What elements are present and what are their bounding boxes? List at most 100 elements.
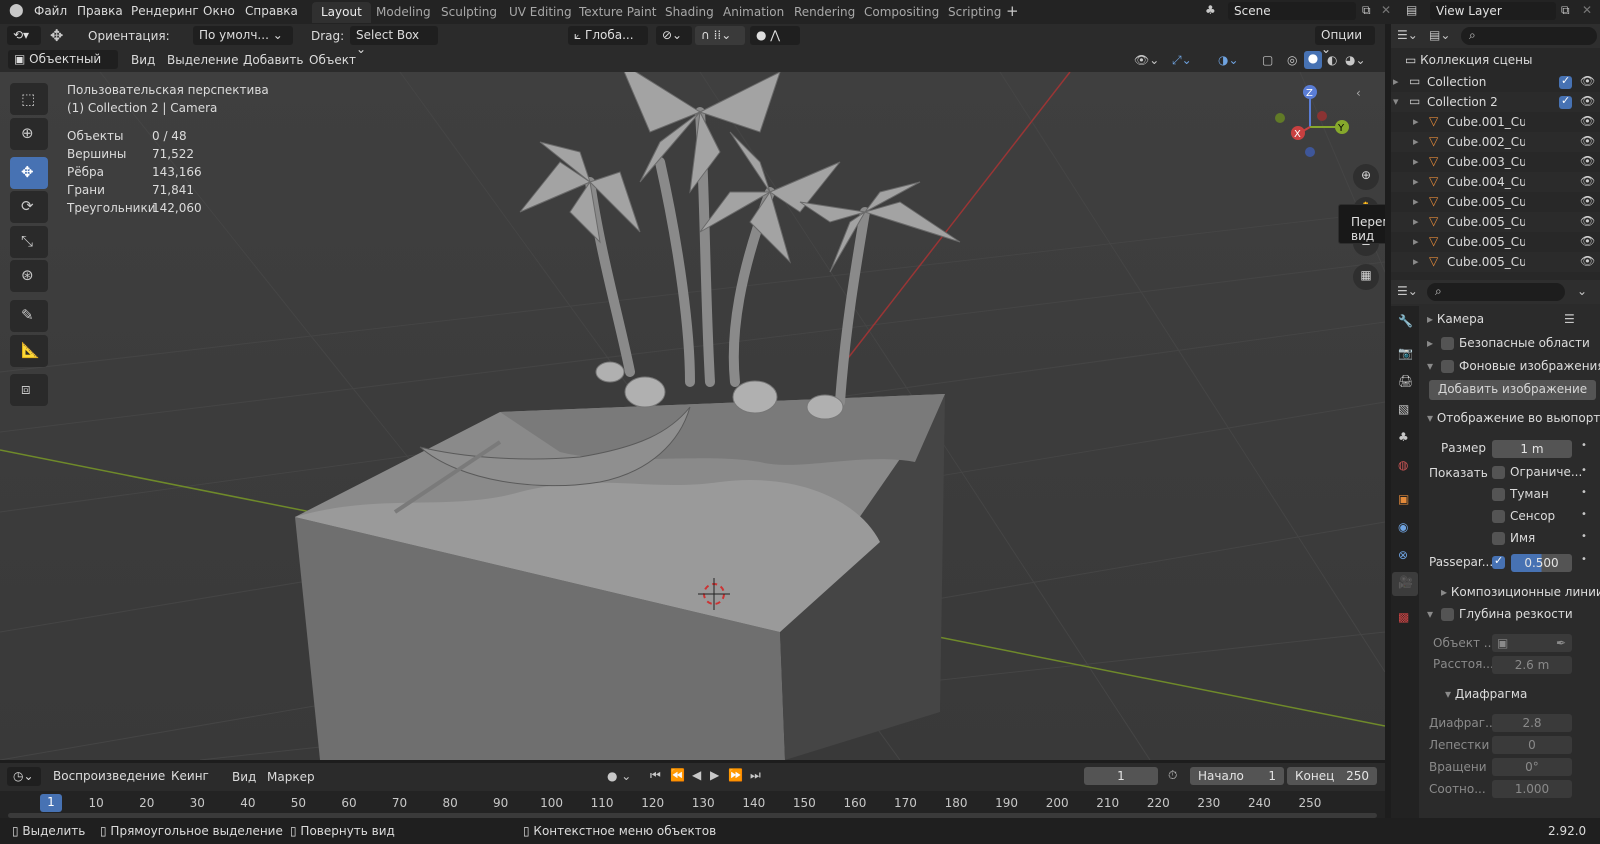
eye-icon[interactable]: 👁 [1580, 114, 1595, 128]
current-frame-marker[interactable]: 1 [40, 794, 62, 812]
overlays-icon[interactable]: ◑⌄ [1218, 53, 1239, 67]
view-layer-tab-icon[interactable]: ▧ [1398, 402, 1409, 416]
tab-rendering[interactable]: Rendering [785, 2, 864, 23]
outliner-search-input[interactable]: ⌕ [1461, 27, 1597, 45]
comp-guides-section[interactable]: ▸ Композиционные линии [1441, 585, 1600, 599]
scale-tool[interactable]: ⤡ [10, 226, 48, 258]
size-field[interactable]: 1 m [1492, 440, 1572, 458]
menu-render[interactable]: Рендеринг [131, 4, 199, 18]
keyframe-dot-icon[interactable]: • [1581, 554, 1587, 565]
menu-edit[interactable]: Правка [77, 4, 123, 18]
show-name-checkbox[interactable] [1492, 532, 1505, 545]
play-reverse-icon[interactable]: ◀ [692, 768, 701, 782]
measure-tool[interactable]: 📐 [10, 335, 48, 367]
dof-object-field[interactable]: ▣ ✒ [1492, 634, 1572, 652]
keyframe-dot-icon[interactable]: • [1581, 465, 1587, 476]
menu-view[interactable]: Вид [131, 53, 155, 67]
outliner-row[interactable]: ▸ ▽ Cube.004_Cube 👁 [1391, 172, 1600, 192]
physics-tab-icon[interactable]: ◉ [1398, 520, 1408, 534]
tab-animation[interactable]: Animation [714, 2, 793, 23]
outliner-row[interactable]: ▸ ▽ Cube.001_Cube 👁 [1391, 112, 1600, 132]
menu-help[interactable]: Справка [245, 4, 298, 18]
output-tab-icon[interactable]: 🖨 [1398, 374, 1413, 388]
rendered-shading-icon[interactable]: ◕⌄ [1345, 53, 1366, 67]
passepartout-checkbox[interactable] [1492, 554, 1505, 569]
rotation-field[interactable]: 0° [1492, 758, 1572, 776]
chevron-right-icon[interactable]: ▸ [1413, 215, 1419, 228]
3d-viewport[interactable]: Z Y X Пользовательская перспектива (1) C… [0, 72, 1385, 760]
display-mode-icon[interactable]: ▤⌄ [1429, 28, 1450, 42]
view-layer-icon[interactable]: ▤ [1406, 3, 1417, 17]
tab-layout[interactable]: Layout [312, 2, 371, 23]
tab-uv-editing[interactable]: UV Editing [500, 2, 581, 23]
tab-texture-paint[interactable]: Texture Paint [570, 2, 665, 23]
close-layer-icon[interactable]: ✕ [1582, 3, 1592, 17]
collapse-arrow-icon[interactable]: ‹ [1356, 86, 1361, 100]
eye-icon[interactable]: 👁 [1580, 254, 1595, 268]
tab-shading[interactable]: Shading [656, 2, 723, 23]
pivot-point-button[interactable]: ⊘⌄ [656, 26, 692, 45]
blender-logo-icon[interactable]: ⬤ [9, 3, 24, 18]
outliner-row[interactable]: ▸ ▭ Collection 👁 [1391, 72, 1600, 92]
cursor-tool[interactable]: ⊕ [10, 118, 48, 150]
current-frame-field[interactable]: 1 [1084, 767, 1158, 785]
rotate-tool[interactable]: ⟳ [10, 191, 48, 223]
fstop-field[interactable]: 2.8 [1492, 714, 1572, 732]
viewport-display-section[interactable]: ▾ Отображение во вьюпорте [1427, 411, 1600, 425]
chevron-down-icon[interactable]: ▾ [1393, 95, 1399, 108]
timeline-view-menu[interactable]: Вид [232, 770, 256, 784]
show-mist-checkbox[interactable] [1492, 488, 1505, 501]
eye-icon[interactable]: 👁 [1580, 194, 1595, 208]
constraints-tab-icon[interactable]: ⊗ [1398, 548, 1408, 562]
material-shading-icon[interactable]: ◐ [1327, 53, 1337, 67]
exclude-checkbox[interactable] [1559, 94, 1572, 109]
visibility-icon[interactable]: 👁⌄ [1134, 53, 1159, 67]
frame-ruler[interactable]: 1 10 20 30 40 50 60 70 80 90 100 110 120 130 140 150 160… [0, 791, 1385, 818]
chevron-right-icon[interactable]: ▸ [1413, 195, 1419, 208]
record-icon[interactable]: ● ⌄ [607, 769, 631, 783]
end-frame-field[interactable]: Конец 250 [1287, 767, 1377, 785]
outliner-row[interactable]: ▸ ▽ Cube.003_Cube 👁 [1391, 152, 1600, 172]
world-tab-icon[interactable]: ◍ [1398, 458, 1408, 472]
properties-search-input[interactable]: ⌕ [1427, 283, 1565, 301]
menu-file[interactable]: Файл [34, 4, 67, 18]
move-tool[interactable]: ✥ [10, 157, 48, 189]
timeline-editor-type-button[interactable]: ◷⌄ [7, 767, 41, 786]
eye-icon[interactable]: 👁 [1580, 174, 1595, 188]
outliner-row[interactable]: ▸ ▽ Cube.005_Cube 👁 [1391, 212, 1600, 232]
keying-menu[interactable]: Кеинг ⌄ [165, 767, 221, 797]
dof-distance-field[interactable]: 2.6 m [1492, 656, 1572, 674]
add-cube-tool[interactable]: ⧈ [10, 374, 48, 406]
jump-start-icon[interactable]: ⏮ [650, 768, 661, 783]
keyframe-dot-icon[interactable]: • [1581, 487, 1587, 498]
eye-icon[interactable]: 👁 [1580, 74, 1595, 88]
chevron-right-icon[interactable]: ▸ [1413, 115, 1419, 128]
camera-data-tab-icon[interactable]: 🎥 [1392, 572, 1418, 596]
proportional-edit-button[interactable]: ● ⋀ [750, 26, 800, 45]
jump-end-icon[interactable]: ⏭ [750, 768, 761, 783]
show-sensor-checkbox[interactable] [1492, 510, 1505, 523]
outliner-root-row[interactable]: ▭ Коллекция сцены [1405, 53, 1532, 67]
copy-scene-icon[interactable]: ⧉ [1362, 3, 1371, 18]
xray-icon[interactable]: ▢ [1262, 53, 1273, 67]
keyframe-dot-icon[interactable]: • [1581, 440, 1587, 451]
next-keyframe-icon[interactable]: ⏩ [728, 768, 743, 782]
outliner-row[interactable]: ▸ ▽ Cube.005_Cube 👁 [1391, 192, 1600, 212]
eye-icon[interactable]: 👁 [1580, 94, 1595, 108]
add-image-button[interactable]: Добавить изображение [1429, 380, 1596, 400]
tab-compositing[interactable]: Compositing [855, 2, 948, 23]
play-icon[interactable]: ▶ [710, 768, 719, 782]
tab-scripting[interactable]: Scripting [939, 2, 1010, 23]
chevron-right-icon[interactable]: ▸ [1413, 155, 1419, 168]
scene-icon[interactable]: ♣ [1205, 3, 1216, 17]
marker-menu[interactable]: Маркер [267, 770, 315, 784]
outliner-type-icon[interactable]: ☰⌄ [1397, 28, 1418, 42]
blades-field[interactable]: 0 [1492, 736, 1572, 754]
outliner-row[interactable]: ▸ ▽ Cube.002_Cube 👁 [1391, 132, 1600, 152]
options-dropdown[interactable]: Опции ⌄ [1315, 26, 1375, 56]
chevron-right-icon[interactable]: ▸ [1413, 255, 1419, 268]
chevron-down-icon[interactable]: ⌄ [1577, 284, 1587, 298]
menu-object[interactable]: Объект [309, 53, 356, 67]
eye-icon[interactable]: 👁 [1580, 134, 1595, 148]
orientation-dropdown[interactable]: По умолч... ⌄ [193, 26, 293, 45]
